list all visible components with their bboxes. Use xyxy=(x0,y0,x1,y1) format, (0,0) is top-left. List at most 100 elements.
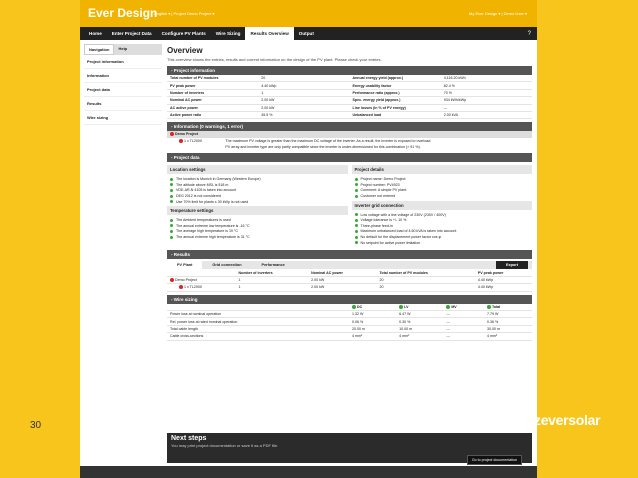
top-bar: Ever Design English ▾ | Project Demo Pro… xyxy=(80,0,537,27)
table-cell: 2.00 kW xyxy=(308,276,376,283)
row-label: Line losses (in % of PV energy) xyxy=(352,105,406,110)
list-item-text: Voltage tolerance is +/- 10 % xyxy=(360,218,407,223)
table-row: Active power ratio 45.5 % Unbalanced load 2… xyxy=(167,111,532,119)
table-cell: Demo Project xyxy=(167,276,236,283)
column-header: Total xyxy=(484,304,532,311)
project-documentation-button[interactable]: Go to project documentation xyxy=(466,455,522,465)
results-tabs: PV Plant Grid connection Performance Exp… xyxy=(167,261,532,270)
row-label: AC active power xyxy=(170,105,198,110)
error-icon xyxy=(170,278,174,283)
list-item-text: No default for the displacement power fa… xyxy=(360,235,441,240)
export-button[interactable]: Export xyxy=(495,261,528,270)
tab-configure-pv-plants[interactable]: Configure PV Plants xyxy=(157,27,211,40)
slide-number: 30 xyxy=(30,420,42,431)
information-message-2: PV array and inverter type are only part… xyxy=(225,145,421,150)
sidebar-item-wire-sizing[interactable]: Wire sizing xyxy=(84,111,162,125)
table-cell: 0.36 % xyxy=(486,319,499,324)
app-logo[interactable]: Ever Design xyxy=(88,6,157,20)
list-item-text: Project number: PV4923 xyxy=(360,182,400,187)
sidebar-item-project-data[interactable]: Project data xyxy=(84,83,162,97)
check-icon xyxy=(170,188,173,192)
list-item-text: The annual extreme low temperature is -1… xyxy=(176,223,250,228)
table-row: Number of inverters 1 Performance ratio (a… xyxy=(167,89,532,97)
error-icon xyxy=(170,132,174,137)
table-cell: 7.79 W xyxy=(486,312,499,317)
project-information-header[interactable]: - Project information xyxy=(167,66,532,75)
column-header-text: DC xyxy=(357,304,363,309)
row-label: Spec. energy yield (approx.) xyxy=(352,98,401,103)
row-value: 70 % xyxy=(443,90,452,95)
row-label: Number of inverters xyxy=(170,90,205,95)
tab-wire-sizing[interactable]: Wire Sizing xyxy=(211,27,246,40)
list-item-text: Comment: A simple PV plant. xyxy=(360,188,408,193)
information-header[interactable]: - Information (0 warnings, 1 error) xyxy=(167,122,532,132)
next-steps-title: Next steps xyxy=(171,435,207,442)
sidebar-item-project-information[interactable]: Project information xyxy=(84,55,162,69)
list-item: Customer not entered xyxy=(354,193,530,199)
sidebar-item-information[interactable]: Information xyxy=(84,69,162,83)
check-icon xyxy=(446,304,451,309)
cell-text: 4.40 kWp xyxy=(477,277,494,282)
wire-sizing-header[interactable]: - Wire sizing xyxy=(167,294,532,304)
help-icon[interactable]: ? xyxy=(528,27,537,40)
table-row: Rel. power loss at rated nominal operati… xyxy=(167,318,532,326)
inverter-grid-title: Inverter grid connection xyxy=(351,200,532,210)
table-cell: 4 mm² xyxy=(399,334,410,339)
row-label: PV peak power xyxy=(170,83,196,88)
tab-grid-connection[interactable]: Grid connection xyxy=(202,261,251,269)
sidebar-tab-help[interactable]: Help xyxy=(114,44,131,55)
user-links[interactable]: My Ever Design ▾ | Demo User ▾ xyxy=(469,11,527,16)
tab-enter-project-data[interactable]: Enter Project Data xyxy=(107,27,157,40)
row-label: Annual energy yield (approx.) xyxy=(352,76,404,81)
language-project-links[interactable]: English ▾ | Project Demo Project ▾ xyxy=(154,11,214,16)
list-item-text: Customer not entered xyxy=(360,194,396,199)
table-row: PV peak power 4.40 kWp Energy usability fa… xyxy=(167,82,532,90)
row-value: 45.5 % xyxy=(261,113,273,118)
table-cell: --- xyxy=(446,319,450,324)
project-data-header[interactable]: - Project data xyxy=(167,153,532,163)
row-value: 82.4 % xyxy=(443,83,455,88)
check-icon xyxy=(354,194,358,198)
sidebar-tab-navigation[interactable]: Navigation xyxy=(84,44,115,55)
table-cell: 20 xyxy=(376,276,474,283)
temperature-settings-title: Temperature settings xyxy=(167,206,348,216)
results-header[interactable]: - Results xyxy=(167,250,532,260)
tab-home[interactable]: Home xyxy=(84,27,107,40)
column-header: DC xyxy=(349,304,396,311)
list-item-text: The altitude above MSL is 518 m xyxy=(176,182,229,187)
list-item: The annual extreme high temperature is 3… xyxy=(170,234,345,240)
list-item-text: Three-phase feed-in xyxy=(360,223,393,228)
table-cell: 0.30 % xyxy=(399,319,411,324)
list-item-text: The average high temperature is 19 °C xyxy=(176,229,238,234)
check-icon xyxy=(170,235,173,239)
table-cell: 1.32 W xyxy=(352,312,364,317)
information-table: Demo Project 1 x TL2000 The maximum PV v… xyxy=(167,131,532,150)
table-cell: 1 xyxy=(236,284,309,291)
sidebar-item-results[interactable]: Results xyxy=(84,97,162,111)
table-cell: --- xyxy=(446,326,450,331)
tab-performance[interactable]: Performance xyxy=(252,261,295,269)
tab-output[interactable]: Output xyxy=(294,27,319,40)
tab-results-overview[interactable]: Results Overview xyxy=(245,27,294,40)
list-item: Use 70% limit for plants ≤ 30 kWp is not… xyxy=(170,199,345,205)
row-label: Active power ratio xyxy=(170,113,202,118)
check-icon xyxy=(354,177,358,181)
list-item-text: Use 70% limit for plants ≤ 30 kWp is not… xyxy=(176,199,249,204)
column-header: PV peak power xyxy=(477,270,504,275)
list-item-text: Maximum unbalanced load of 4.60 kVA is t… xyxy=(360,229,457,234)
cell-text: 20 xyxy=(379,277,384,282)
row-value: 2.00 kW xyxy=(261,105,275,110)
table-cell: 4 mm² xyxy=(486,334,498,339)
cell-text: 20 xyxy=(379,285,384,290)
table-row: Power loss at nominal operation 1.32 W 6.4… xyxy=(167,311,532,318)
check-icon xyxy=(354,229,358,233)
check-icon xyxy=(170,200,173,204)
column-header-text: MV xyxy=(451,304,457,309)
main-content: Overview This overview shows the entries… xyxy=(167,44,532,341)
table-cell: Cable cross-sections xyxy=(170,334,204,339)
project-details: Project details Project name: Demo Proje… xyxy=(351,165,532,247)
list-item-text: No setpoint for active power limitation xyxy=(360,240,421,245)
tab-pv-plant[interactable]: PV Plant xyxy=(167,261,203,270)
table-row: Total cable length 20.00 m 10.00 m --- 30.00… xyxy=(167,325,532,333)
cell-text: Demo Project xyxy=(175,277,197,282)
